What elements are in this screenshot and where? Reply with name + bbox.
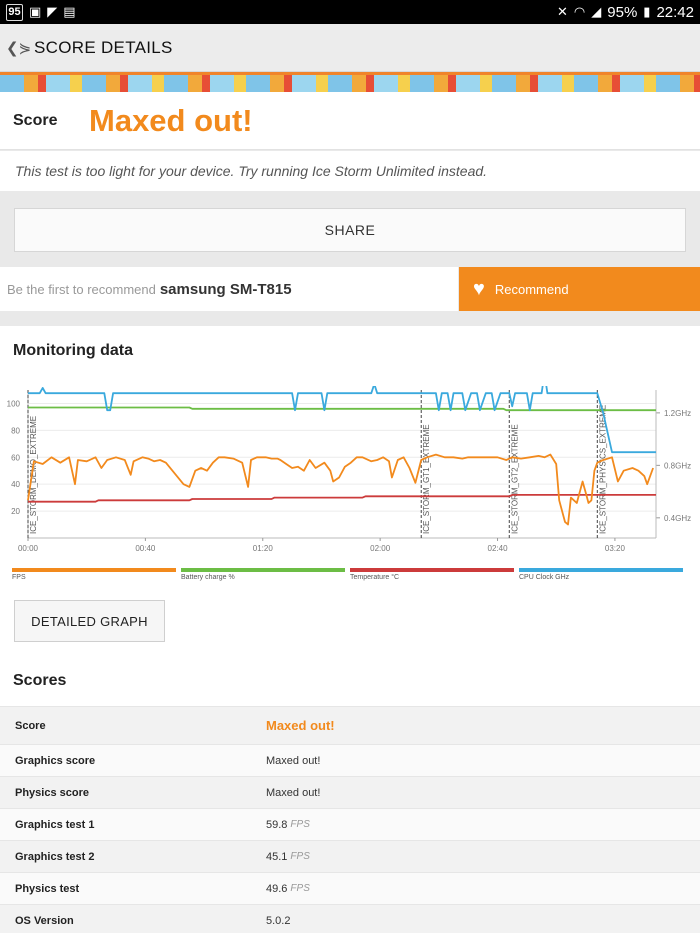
recommend-prefix: Be the first to recommend xyxy=(7,281,156,297)
row-value: Maxed out! xyxy=(266,786,321,799)
score-summary: Score Maxed out! xyxy=(0,92,700,150)
score-label: Score xyxy=(13,111,58,129)
row-label: Graphics score xyxy=(15,754,96,767)
legend-swatch xyxy=(519,568,683,572)
row-value: Maxed out! xyxy=(266,718,335,733)
page-title: SCORE DETAILS xyxy=(34,37,173,57)
y2-tick-label: 0.4GHz xyxy=(664,514,691,523)
recommend-button[interactable]: ♥ Recommend xyxy=(459,267,700,311)
notification-badge: 95 xyxy=(6,3,23,21)
x-tick-label: 02:00 xyxy=(370,544,391,553)
y-tick-label: 80 xyxy=(11,426,20,435)
series-line-battery-charge- xyxy=(28,406,656,412)
section-label: ICE_STORM_DEMO_EXTREME xyxy=(29,416,38,534)
benchmark-banner xyxy=(0,72,700,92)
legend-item: Battery charge % xyxy=(181,568,345,581)
row-value: 5.0.2 xyxy=(266,914,291,927)
x-tick-label: 00:00 xyxy=(18,544,39,553)
heart-icon: ♥ xyxy=(473,277,485,300)
series-line-fps xyxy=(27,453,654,526)
share-button[interactable]: SHARE xyxy=(14,208,686,252)
app-bar: ❮⋟ SCORE DETAILS xyxy=(0,24,700,72)
x-tick-label: 01:20 xyxy=(253,544,274,553)
table-row: Graphics test 2 45.1 FPS xyxy=(0,840,700,872)
row-label: Graphics test 2 xyxy=(15,850,95,863)
recommend-text: Be the first to recommend samsung SM-T81… xyxy=(0,267,458,311)
monitoring-chart: 100 80 60 40 20 1.2GHz 0.8GHz 0.4GHz 00:00 00:40 0… xyxy=(0,372,700,586)
chart-legend: FPS Battery charge % Temperature °C CPU Clo… xyxy=(12,568,688,586)
row-label: Physics score xyxy=(15,786,89,799)
table-row: Physics score Maxed out! xyxy=(0,776,700,808)
row-label: OS Version xyxy=(15,914,74,927)
legend-swatch xyxy=(350,568,514,572)
series-line-temperature-c xyxy=(28,494,656,503)
monitoring-title: Monitoring data xyxy=(13,342,133,359)
monitoring-card: Monitoring data 100 80 60 40 20 1.2GHz 0.8GHz 0… xyxy=(0,326,700,933)
table-row: Graphics score Maxed out! xyxy=(0,744,700,776)
x-tick-label: 03:20 xyxy=(605,544,626,553)
image-icon: ▣ xyxy=(29,4,42,19)
table-row: Physics test 49.6 FPS xyxy=(0,872,700,904)
status-bar: 95 ▣ ◤ ▤ ✕ ◠ ◢ 95% ▮ 22:42 xyxy=(0,0,700,24)
row-label: Physics test xyxy=(15,882,80,895)
legend-item: Temperature °C xyxy=(350,568,514,581)
x-tick-label: 02:40 xyxy=(488,544,509,553)
x-tick-label: 00:40 xyxy=(135,544,156,553)
detailed-graph-button[interactable]: DETAILED GRAPH xyxy=(14,600,165,642)
signal-icon: ◢ xyxy=(591,4,602,19)
back-icon[interactable]: ❮⋟ xyxy=(6,39,34,57)
y-tick-label: 100 xyxy=(7,399,21,408)
legend-swatch xyxy=(12,568,176,572)
device-note: This test is too light for your device. … xyxy=(0,151,700,191)
recommend-button-label: Recommend xyxy=(494,281,569,297)
y2-tick-label: 1.2GHz xyxy=(664,409,691,418)
y-tick-label: 40 xyxy=(11,480,20,489)
row-label: Graphics test 1 xyxy=(15,818,95,831)
monitoring-chart-svg: 100 80 60 40 20 1.2GHz 0.8GHz 0.4GHz 00:00 00:40 0… xyxy=(7,372,691,553)
row-value: 45.1 xyxy=(266,850,288,863)
y-tick-label: 20 xyxy=(11,507,20,516)
section-label: ICE_STORM_GT2_EXTREME xyxy=(510,424,519,534)
table-row: Graphics test 1 59.8 FPS xyxy=(0,808,700,840)
series-line-cpu-clock-ghz xyxy=(28,372,656,454)
battery-icon: ▮ xyxy=(643,4,651,19)
scores-table: Score Maxed out! Graphics score Maxed out! P… xyxy=(0,706,700,933)
table-row: Score Maxed out! xyxy=(0,706,700,744)
mute-icon: ✕ xyxy=(557,4,568,19)
row-unit: FPS xyxy=(290,883,310,894)
y-tick-label: 60 xyxy=(11,453,20,462)
clock: 22:42 xyxy=(656,3,694,21)
legend-label: Temperature °C xyxy=(350,574,400,581)
row-value: 59.8 xyxy=(266,818,288,831)
y2-tick-label: 0.8GHz xyxy=(664,461,691,470)
score-value: Maxed out! xyxy=(89,102,253,138)
legend-label: FPS xyxy=(12,574,26,581)
legend-label: CPU Clock GHz xyxy=(519,574,570,581)
row-value: Maxed out! xyxy=(266,754,321,767)
table-row: OS Version 5.0.2 xyxy=(0,904,700,933)
scores-title: Scores xyxy=(13,672,67,689)
battery-level: 95% xyxy=(607,3,638,21)
section-label: ICE_STORM_GT1_EXTREME xyxy=(422,424,431,534)
row-unit: FPS xyxy=(290,819,310,830)
legend-item: CPU Clock GHz xyxy=(519,568,683,581)
row-label: Score xyxy=(15,719,46,732)
legend-item: FPS xyxy=(12,568,176,581)
device-name: samsung SM-T815 xyxy=(159,280,292,298)
gallery-icon: ▤ xyxy=(63,4,76,19)
row-value: 49.6 xyxy=(266,882,288,895)
app-icon: ◤ xyxy=(47,4,58,19)
legend-label: Battery charge % xyxy=(181,574,235,581)
row-unit: FPS xyxy=(290,851,310,862)
legend-swatch xyxy=(181,568,345,572)
wifi-icon: ◠ xyxy=(573,4,586,19)
